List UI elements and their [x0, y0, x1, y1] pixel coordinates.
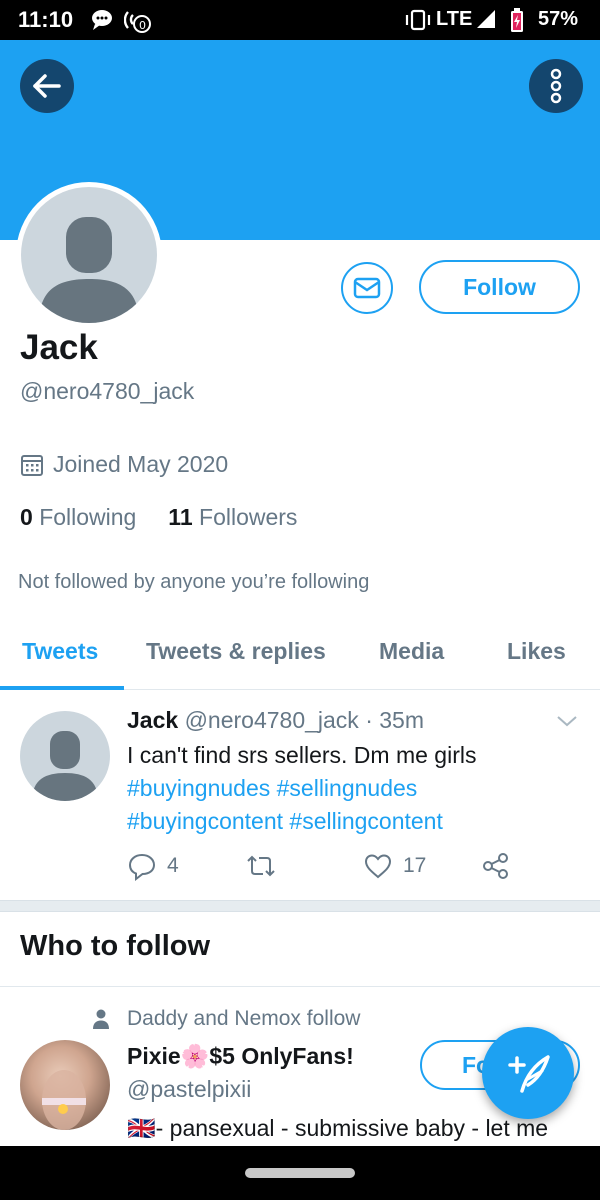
- person-icon: [93, 1009, 109, 1029]
- suggestion-bio: 🇬🇧- pansexual - submissive baby - let me: [127, 1115, 549, 1141]
- retweet-icon: [247, 855, 275, 877]
- section-divider: [0, 900, 600, 912]
- status-time: 11:10: [18, 7, 74, 32]
- tweet-handle: @nero4780_jack: [184, 707, 359, 733]
- tweet-avatar[interactable]: [20, 711, 110, 801]
- vibrate-icon: [405, 9, 431, 31]
- follow-button[interactable]: Follow: [419, 260, 580, 314]
- suggestion-context: Daddy and Nemox follow: [127, 1007, 361, 1030]
- tab-media[interactable]: Media: [379, 638, 444, 665]
- reply-button[interactable]: 4: [127, 851, 179, 882]
- followers-link[interactable]: 11 Followers: [168, 504, 297, 530]
- tweet-text: I can't find srs sellers. Dm me girls: [127, 742, 477, 768]
- active-tab-indicator: [0, 686, 124, 690]
- tab-likes[interactable]: Likes: [507, 638, 566, 665]
- reply-icon: [128, 853, 156, 882]
- profile-tabs: Tweets Tweets & replies Media Likes: [0, 620, 600, 690]
- message-button[interactable]: [341, 262, 393, 314]
- system-navigation-bar: [0, 1146, 600, 1200]
- tweet-hashtags-1[interactable]: #buyingnudes #sellingnudes: [127, 772, 577, 805]
- following-count: 0: [20, 504, 33, 530]
- suggestion-name[interactable]: Pixie🌸$5 OnlyFans!: [127, 1043, 354, 1070]
- battery-level: 57%: [538, 8, 579, 30]
- tweet-actions: 4 17: [127, 851, 527, 882]
- status-bar: 11:10 0 LTE 57%: [0, 0, 600, 40]
- tab-tweets[interactable]: Tweets: [22, 638, 98, 665]
- followers-count: 11: [168, 504, 193, 530]
- more-options-button[interactable]: [529, 59, 583, 113]
- like-button[interactable]: 17: [363, 851, 426, 881]
- divider: [0, 986, 600, 987]
- default-avatar-icon: [32, 731, 98, 801]
- battery-icon: [511, 8, 523, 32]
- retweet-button[interactable]: [245, 851, 277, 881]
- share-button[interactable]: [481, 851, 511, 881]
- like-count: 17: [403, 854, 427, 877]
- tweet-body: I can't find srs sellers. Dm me girls #b…: [127, 739, 577, 838]
- share-icon: [483, 853, 508, 879]
- default-avatar-icon: [21, 187, 157, 323]
- who-to-follow-title: Who to follow: [20, 930, 211, 962]
- svg-text:0: 0: [139, 19, 146, 32]
- following-label: Following: [39, 504, 137, 530]
- suggestion-avatar[interactable]: [20, 1040, 110, 1130]
- profile-handle: @nero4780_jack: [20, 378, 195, 404]
- followed-by-context: Not followed by anyone you’re following: [18, 571, 370, 593]
- hotspot-notification-icon: 0: [124, 11, 151, 33]
- compose-tweet-icon: [508, 1055, 550, 1093]
- compose-tweet-button[interactable]: [482, 1027, 574, 1119]
- heart-icon: [364, 854, 392, 879]
- joined-text: Joined May 2020: [53, 451, 229, 477]
- chat-notification-icon: [92, 10, 112, 30]
- chevron-down-icon[interactable]: [555, 711, 579, 731]
- reply-count: 4: [167, 854, 179, 877]
- tweet-author: Jack: [127, 707, 179, 733]
- tweet-header: Jack @nero4780_jack · 35m: [127, 707, 425, 733]
- calendar-icon: [21, 455, 43, 476]
- signal-icon: [477, 10, 495, 28]
- back-button[interactable]: [20, 59, 74, 113]
- arrow-left-icon: [33, 74, 61, 98]
- profile-avatar[interactable]: [16, 182, 162, 328]
- follow-stats: 0 Following 11 Followers: [20, 504, 297, 531]
- following-link[interactable]: 0 Following: [20, 504, 136, 530]
- network-type: LTE: [436, 8, 473, 30]
- tweet[interactable]: Jack @nero4780_jack · 35m I can't find s…: [0, 691, 600, 900]
- suggestion-handle: @pastelpixii: [127, 1076, 252, 1102]
- profile-name: Jack: [20, 328, 98, 367]
- tab-tweets-replies[interactable]: Tweets & replies: [146, 638, 326, 665]
- more-vertical-icon: [550, 68, 562, 104]
- tweet-hashtags-2[interactable]: #buyingcontent #sellingcontent: [127, 805, 577, 838]
- tweet-time: 35m: [379, 707, 425, 733]
- mail-icon: [353, 277, 381, 299]
- home-gesture-handle[interactable]: [245, 1168, 355, 1178]
- followers-label: Followers: [199, 504, 298, 530]
